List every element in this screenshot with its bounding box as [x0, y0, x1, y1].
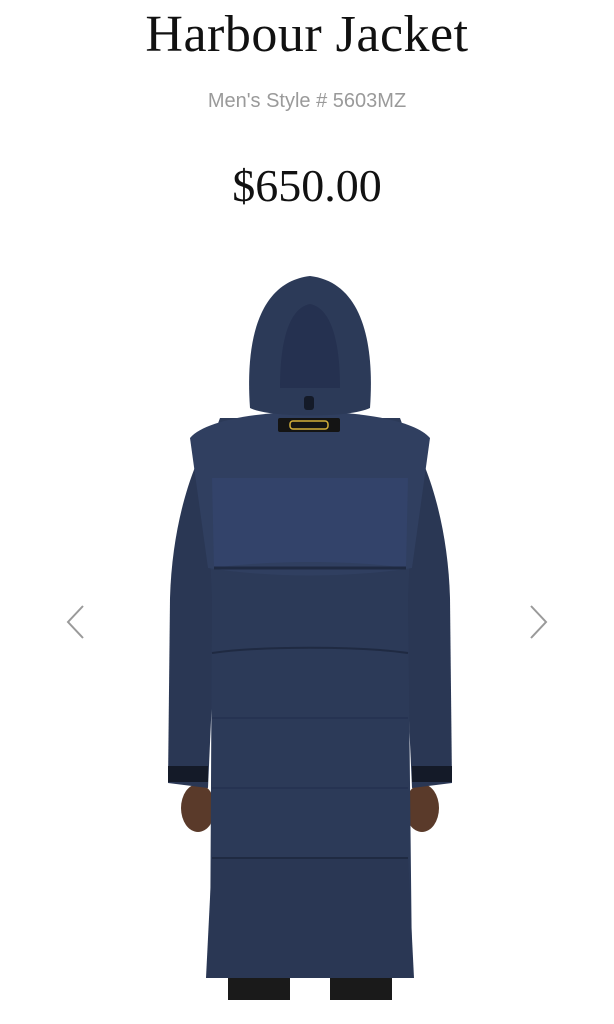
next-image-button[interactable] [526, 602, 550, 642]
product-image [150, 268, 470, 1008]
chevron-left-icon [66, 605, 84, 639]
chevron-right-icon [530, 605, 548, 639]
product-price: $650.00 [232, 160, 382, 211]
product-style-number: Men's Style # 5603MZ [207, 90, 407, 112]
product-title: Harbour Jacket [145, 6, 469, 63]
jacket-illustration [168, 276, 452, 1000]
previous-image-button[interactable] [64, 602, 88, 642]
